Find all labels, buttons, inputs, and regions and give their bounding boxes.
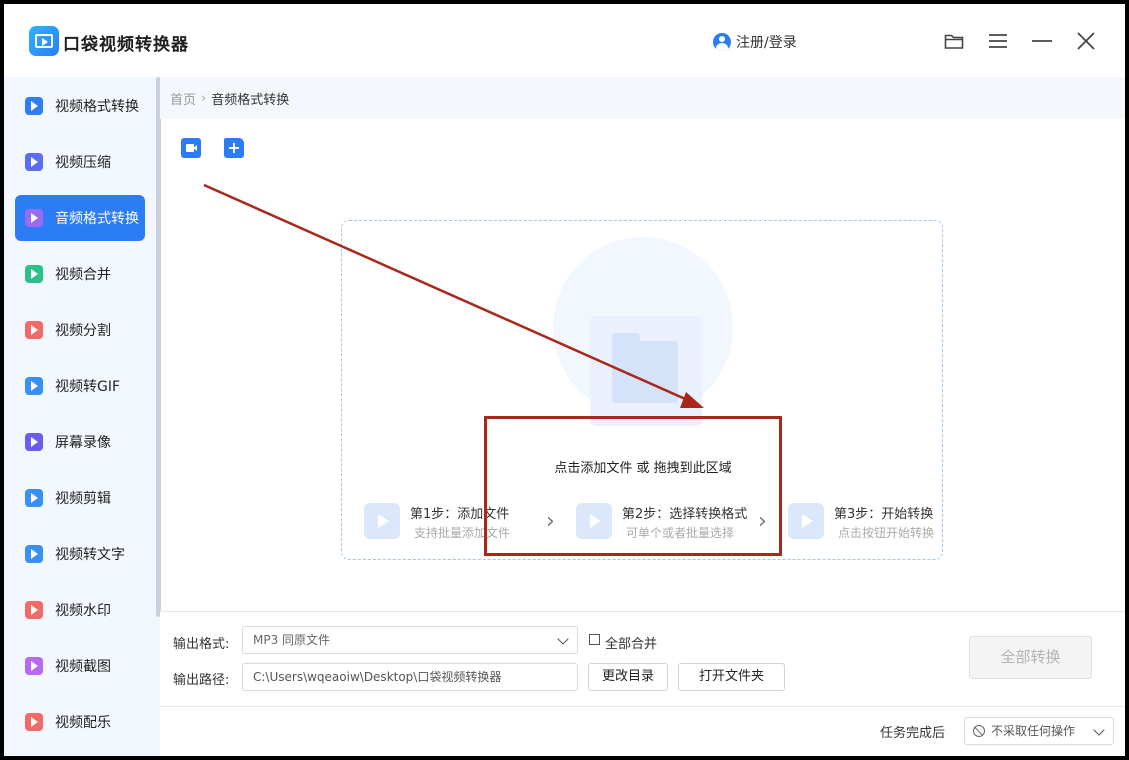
step-arrow-icon: ›	[758, 509, 767, 534]
after-task-label: 任务完成后	[880, 726, 946, 741]
sidebar-item-video-edit[interactable]: 视频剪辑	[15, 475, 145, 521]
video-music-icon	[25, 713, 43, 731]
sidebar-item-label: 视频格式转换	[55, 99, 139, 115]
select-format-step-icon	[576, 503, 612, 539]
sidebar-item-label: 视频配乐	[55, 715, 111, 731]
add-file-step-icon	[364, 503, 400, 539]
sidebar-item-label: 视频转GIF	[55, 379, 121, 395]
sidebar-item-label: 视频压缩	[55, 155, 111, 171]
start-convert-step-icon	[788, 503, 824, 539]
step-title: 第1步：添加文件	[410, 507, 510, 522]
step-arrow-icon: ›	[546, 509, 555, 534]
breadcrumb-home[interactable]: 首页	[170, 89, 196, 108]
sidebar-item-screen-record[interactable]: 屏幕录像	[15, 419, 145, 465]
step-desc: 支持批量添加文件	[414, 526, 511, 540]
sidebar: 视频格式转换 视频压缩 音频格式转换 视频合并 视频分割 视频转GIF 屏幕录像	[4, 77, 160, 756]
close-icon[interactable]	[1074, 30, 1098, 52]
dropzone-hint: 点击添加文件 或 拖拽到此区域	[554, 461, 732, 476]
step-3: 第3步：开始转换 点击按钮开始转换	[788, 501, 938, 541]
step-desc: 可单个或者批量选择	[626, 526, 735, 540]
sidebar-scrollbar[interactable]	[156, 77, 161, 617]
chevron-down-icon	[1093, 724, 1105, 736]
title-bar: 口袋视频转换器 注册/登录	[4, 4, 1125, 77]
sidebar-item-video-watermark[interactable]: 视频水印	[15, 587, 145, 633]
after-task-select[interactable]: 不采取任何操作	[964, 717, 1114, 745]
sidebar-item-video-compress[interactable]: 视频压缩	[15, 139, 145, 185]
step-1: 第1步：添加文件 支持批量添加文件	[364, 501, 524, 541]
video-merge-icon	[25, 265, 43, 283]
video-gif-icon	[25, 377, 43, 395]
convert-all-button[interactable]: 全部转换	[969, 636, 1092, 679]
add-video-icon[interactable]	[181, 138, 201, 158]
open-folder-button[interactable]: 打开文件夹	[678, 663, 785, 691]
step-title: 第3步：开始转换	[834, 507, 934, 522]
step-2: 第2步：选择转换格式 可单个或者批量选择	[576, 501, 766, 541]
minimize-icon[interactable]	[1030, 30, 1054, 52]
app-logo-icon	[29, 26, 59, 56]
user-icon	[713, 33, 731, 51]
folder-icon[interactable]	[942, 30, 966, 52]
audio-convert-icon	[25, 209, 43, 227]
sidebar-item-audio-convert[interactable]: 音频格式转换	[15, 195, 145, 241]
app-title: 口袋视频转换器	[63, 35, 189, 55]
app-window: 口袋视频转换器 注册/登录 视频格式转换 视频压缩 音频格式转换 视频合并 视频…	[4, 4, 1125, 756]
video-convert-icon	[25, 97, 43, 115]
output-path-field[interactable]: C:\Users\wqeaoiw\Desktop\口袋视频转换器	[242, 663, 578, 691]
breadcrumb: 首页 › 音频格式转换	[160, 77, 1125, 119]
video-edit-icon	[25, 489, 43, 507]
output-path-label: 输出路径:	[173, 673, 230, 688]
sidebar-item-video-screenshot[interactable]: 视频截图	[15, 643, 145, 689]
breadcrumb-current: 音频格式转换	[211, 92, 290, 108]
sidebar-item-label: 视频合并	[55, 267, 111, 283]
login-label: 注册/登录	[736, 35, 797, 51]
menu-icon[interactable]	[986, 30, 1010, 52]
sidebar-item-video-split[interactable]: 视频分割	[15, 307, 145, 353]
video-text-icon	[25, 545, 43, 563]
login-button[interactable]: 注册/登录	[713, 32, 797, 52]
sidebar-item-video-merge[interactable]: 视频合并	[15, 251, 145, 297]
merge-all-label[interactable]: 全部合并	[605, 633, 657, 652]
sidebar-item-label: 视频截图	[55, 659, 111, 675]
folder-illustration-icon	[612, 333, 678, 403]
breadcrumb-separator: ›	[201, 90, 207, 106]
video-compress-icon	[25, 153, 43, 171]
sidebar-item-label: 视频剪辑	[55, 491, 111, 507]
sidebar-item-label: 视频分割	[55, 323, 111, 339]
output-format-label: 输出格式:	[173, 637, 230, 652]
file-drop-zone[interactable]: 点击添加文件 或 拖拽到此区域 第1步：添加文件 支持批量添加文件 › 第2步：…	[341, 220, 943, 560]
sidebar-item-video-convert[interactable]: 视频格式转换	[15, 83, 145, 129]
output-format-value: MP3 同原文件	[253, 633, 331, 647]
sidebar-item-label: 视频转文字	[55, 547, 125, 563]
step-desc: 点击按钮开始转换	[838, 526, 935, 540]
sidebar-item-label: 屏幕录像	[55, 435, 111, 451]
sidebar-item-video-gif[interactable]: 视频转GIF	[15, 363, 145, 409]
video-screenshot-icon	[25, 657, 43, 675]
video-watermark-icon	[25, 601, 43, 619]
sidebar-item-label: 音频格式转换	[55, 211, 139, 227]
sidebar-item-label: 视频水印	[55, 603, 111, 619]
step-title: 第2步：选择转换格式	[622, 507, 748, 522]
after-task-value: 不采取任何操作	[991, 724, 1076, 738]
ban-icon	[973, 725, 985, 737]
add-folder-icon[interactable]: +	[224, 138, 244, 158]
change-directory-button[interactable]: 更改目录	[588, 663, 668, 691]
sidebar-item-video-text[interactable]: 视频转文字	[15, 531, 145, 577]
chevron-down-icon	[557, 633, 569, 645]
screen-record-icon	[25, 433, 43, 451]
output-format-select[interactable]: MP3 同原文件	[242, 626, 578, 654]
merge-all-checkbox[interactable]	[589, 634, 600, 645]
video-split-icon	[25, 321, 43, 339]
sidebar-item-video-music[interactable]: 视频配乐	[15, 699, 145, 745]
